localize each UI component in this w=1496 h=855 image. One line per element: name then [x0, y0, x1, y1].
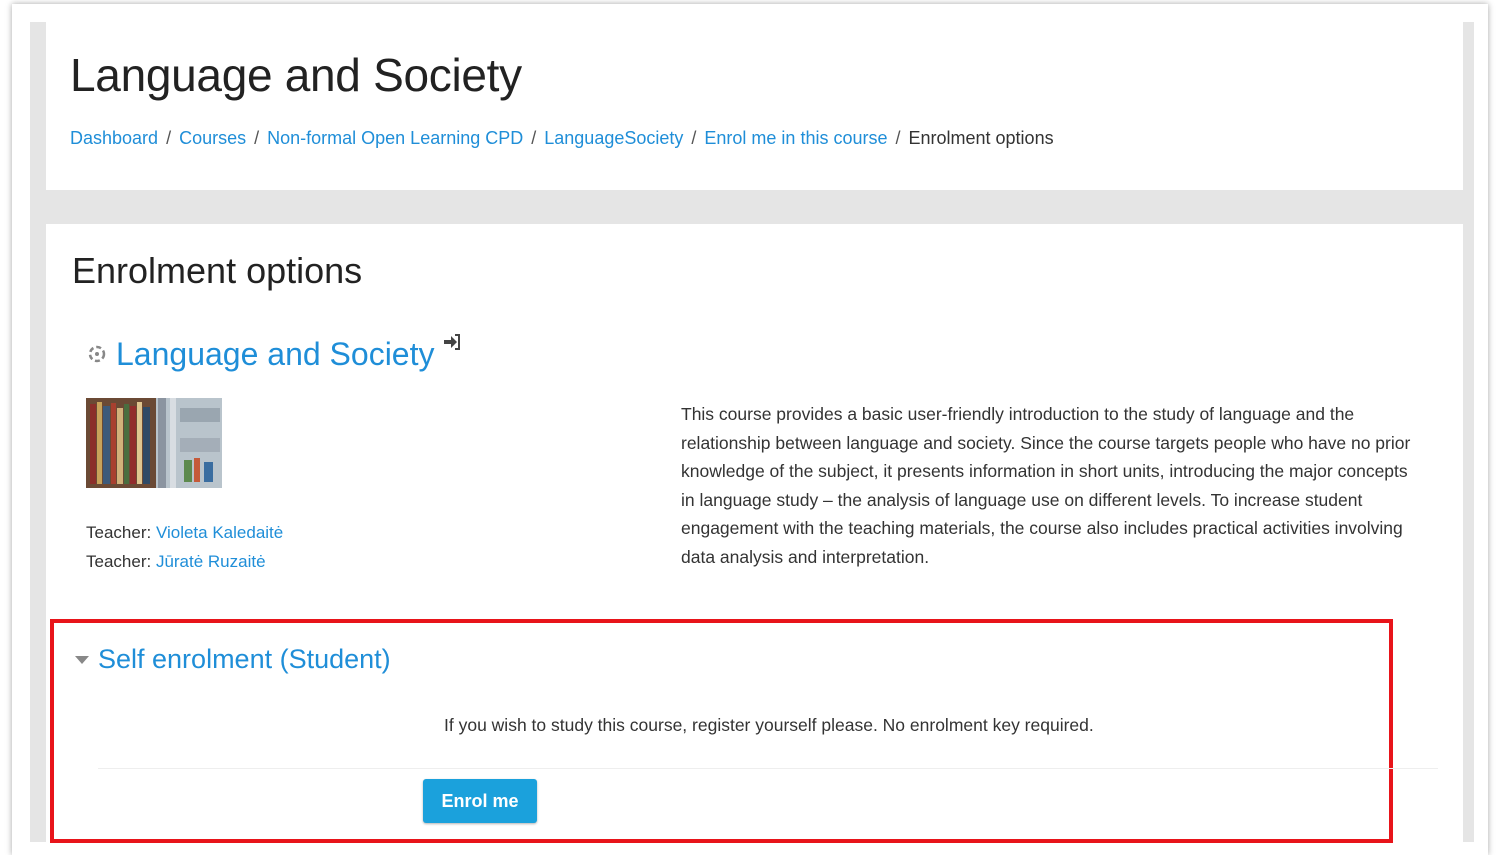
teacher-role-label: Teacher:	[86, 523, 156, 542]
self-enrolment-header[interactable]: Self enrolment (Student)	[74, 644, 391, 675]
breadcrumb-category[interactable]: Non-formal Open Learning CPD	[267, 128, 523, 148]
self-enrolment-message: If you wish to study this course, regist…	[444, 715, 1094, 735]
breadcrumb-separator: /	[254, 128, 260, 148]
collapse-triangle-icon[interactable]	[74, 655, 90, 665]
enrol-arrow-icon	[444, 334, 461, 350]
enrol-me-button[interactable]: Enrol me	[423, 779, 537, 823]
self-enrolment-title[interactable]: Self enrolment (Student)	[98, 644, 391, 675]
breadcrumb-course[interactable]: LanguageSociety	[544, 128, 683, 148]
teacher-link[interactable]: Violeta Kaledaitė	[156, 523, 283, 542]
breadcrumb-current: Enrolment options	[908, 128, 1054, 148]
breadcrumb-enrol[interactable]: Enrol me in this course	[704, 128, 887, 148]
section-title: Enrolment options	[72, 250, 363, 291]
breadcrumb-separator: /	[895, 128, 901, 148]
page-title: Language and Society	[70, 49, 522, 101]
course-category-icon	[88, 345, 106, 363]
course-summary: This course provides a basic user-friend…	[681, 404, 1411, 567]
teacher-link[interactable]: Jūratė Ruzaitė	[156, 552, 266, 571]
breadcrumb: Dashboard / Courses / Non-formal Open Learni…	[70, 128, 1054, 149]
teacher-entry: Teacher: Violeta Kaledaitė	[86, 518, 283, 547]
course-name-link[interactable]: Language and Society	[116, 336, 434, 373]
course-heading: Language and Society	[86, 334, 462, 374]
teacher-entry: Teacher: Jūratė Ruzaitė	[86, 547, 283, 576]
breadcrumb-separator: /	[166, 128, 172, 148]
breadcrumb-separator: /	[531, 128, 537, 148]
breadcrumb-courses[interactable]: Courses	[179, 128, 246, 148]
breadcrumb-separator: /	[691, 128, 697, 148]
teacher-list: Teacher: Violeta Kaledaitė Teacher: Jūra…	[86, 518, 283, 576]
divider	[98, 768, 1438, 769]
breadcrumb-dashboard[interactable]: Dashboard	[70, 128, 158, 148]
teacher-role-label: Teacher:	[86, 552, 156, 571]
course-image	[86, 398, 222, 488]
